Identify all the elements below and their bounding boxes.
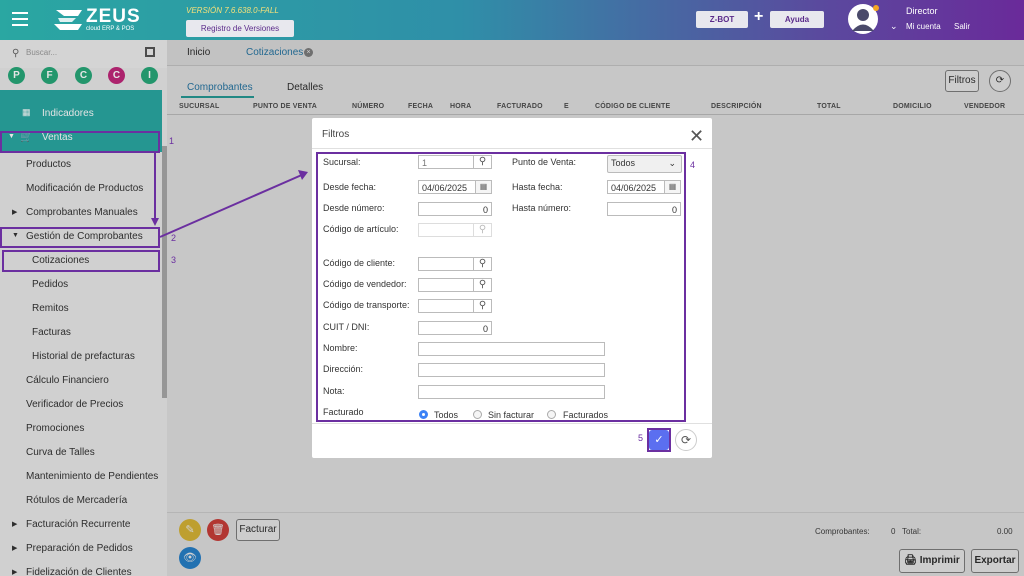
apply-check-icon[interactable]: ✓	[649, 430, 669, 450]
reset-refresh-icon[interactable]: ⟳	[675, 429, 697, 451]
annotation-num-5: 5	[638, 433, 644, 443]
modal-footer-divider	[312, 423, 712, 424]
modal-title: Filtros	[322, 129, 350, 140]
annotation-num-4: 4	[690, 160, 696, 170]
annotation-box-4	[316, 152, 686, 422]
modal-divider	[312, 148, 712, 149]
filtros-modal: Filtros ✕ Sucursal: 1 ⚲ Punto de Venta: …	[312, 118, 712, 458]
close-icon[interactable]: ✕	[689, 126, 704, 147]
